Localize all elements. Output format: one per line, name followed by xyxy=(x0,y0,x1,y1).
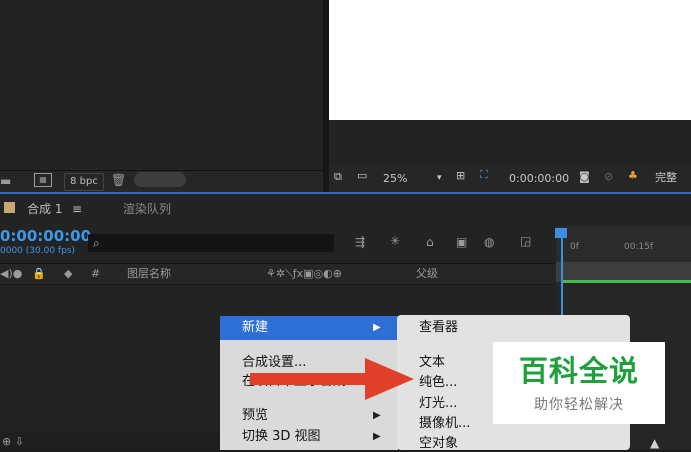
zoom-mountain-icon[interactable]: ▲ xyxy=(650,436,659,450)
switches-icon[interactable]: ⚘✲⟍ƒx▣◎◐⊕ xyxy=(266,267,342,280)
link-icon[interactable]: ⊘ xyxy=(604,170,613,184)
project-panel xyxy=(0,0,323,170)
menu-item-switch-3d-view[interactable]: 切换 3D 视图 xyxy=(242,429,321,445)
monitor-icon[interactable]: ▭ xyxy=(357,169,367,183)
timeline-timecode[interactable]: 0:00:00:00 xyxy=(0,228,91,244)
menu-item-new[interactable]: 新建 xyxy=(242,320,268,336)
ruler-label: 0f xyxy=(570,242,579,252)
lock-icon[interactable]: 🔒 xyxy=(32,267,46,280)
viewer-timecode[interactable]: 0:00:00:00 xyxy=(509,172,569,186)
submenu-item-light[interactable]: 灯光... xyxy=(419,396,457,412)
film-icon[interactable]: ▦ xyxy=(34,173,52,187)
shy-layers-icon[interactable]: ⌂ xyxy=(426,235,434,249)
menu-item-preview[interactable]: 预览 xyxy=(242,408,268,424)
camera-icon[interactable]: ◙ xyxy=(579,170,590,184)
motion-blur-icon[interactable]: ◍ xyxy=(484,235,494,249)
column-layer-name[interactable]: 图层名称 xyxy=(127,267,171,280)
submenu-arrow-icon: ▶ xyxy=(373,431,381,442)
composition-canvas[interactable] xyxy=(329,0,691,120)
chevron-down-icon[interactable]: ▾ xyxy=(437,171,442,185)
trash-icon[interactable]: 🗑 xyxy=(111,173,126,187)
tab-render-queue[interactable]: 渲染队列 xyxy=(123,202,171,216)
timeline-footer xyxy=(0,432,220,450)
submenu-item-solid[interactable]: 纯色... xyxy=(419,375,457,391)
submenu-item-camera[interactable]: 摄像机... xyxy=(419,416,470,432)
red-arrow-icon xyxy=(250,358,414,400)
column-number: # xyxy=(91,267,101,280)
submenu-arrow-icon: ▶ xyxy=(373,410,381,421)
zoom-select[interactable]: 25% xyxy=(383,172,407,186)
watermark-subtitle: 助你轻松解决 xyxy=(534,397,624,413)
comp-flowchart-icon[interactable]: ⇶ xyxy=(355,235,365,249)
av-features-icon[interactable]: ◀)● xyxy=(0,267,22,280)
tab-menu-icon[interactable]: ≡ xyxy=(72,202,82,216)
timeline-tabs xyxy=(0,196,691,222)
color-channels-icon[interactable]: ♣ xyxy=(628,169,638,183)
tab-composition-1[interactable]: 合成 1 xyxy=(27,202,62,216)
folder-icon[interactable]: ▬ xyxy=(0,174,11,188)
always-preview-icon[interactable]: ⧉ xyxy=(334,170,342,184)
draft-3d-icon[interactable]: ✳ xyxy=(390,234,400,248)
graph-editor-icon[interactable]: ◲ xyxy=(520,234,531,248)
submenu-item-text[interactable]: 文本 xyxy=(419,355,445,371)
composition-color-swatch xyxy=(4,202,15,213)
frame-rate-label: 0000 (30.00 fps) xyxy=(0,246,75,256)
label-tag-icon[interactable]: ◆ xyxy=(64,267,72,280)
work-area-bar[interactable] xyxy=(556,262,691,282)
bit-depth-button[interactable]: 8 bpc xyxy=(64,173,104,191)
layer-search-input[interactable] xyxy=(88,234,334,252)
search-icon: ⌕ xyxy=(93,236,100,250)
region-of-interest-icon[interactable]: ⛶ xyxy=(480,168,488,182)
ruler-label: 00:15f xyxy=(624,242,654,252)
column-parent[interactable]: 父级 xyxy=(416,267,438,280)
submenu-arrow-icon: ▶ xyxy=(373,322,381,333)
toggle-switches-icon[interactable]: ⊕ ⇩ xyxy=(2,435,24,449)
watermark-logo: 百科全说 xyxy=(518,354,639,388)
fit-frame-icon[interactable]: ⊞ xyxy=(456,169,465,183)
thumbnail-slider[interactable] xyxy=(134,172,186,187)
resolution-select[interactable]: 完整 xyxy=(655,171,677,185)
frame-blending-icon[interactable]: ▣ xyxy=(456,235,467,249)
submenu-item-viewer[interactable]: 查看器 xyxy=(419,320,458,336)
